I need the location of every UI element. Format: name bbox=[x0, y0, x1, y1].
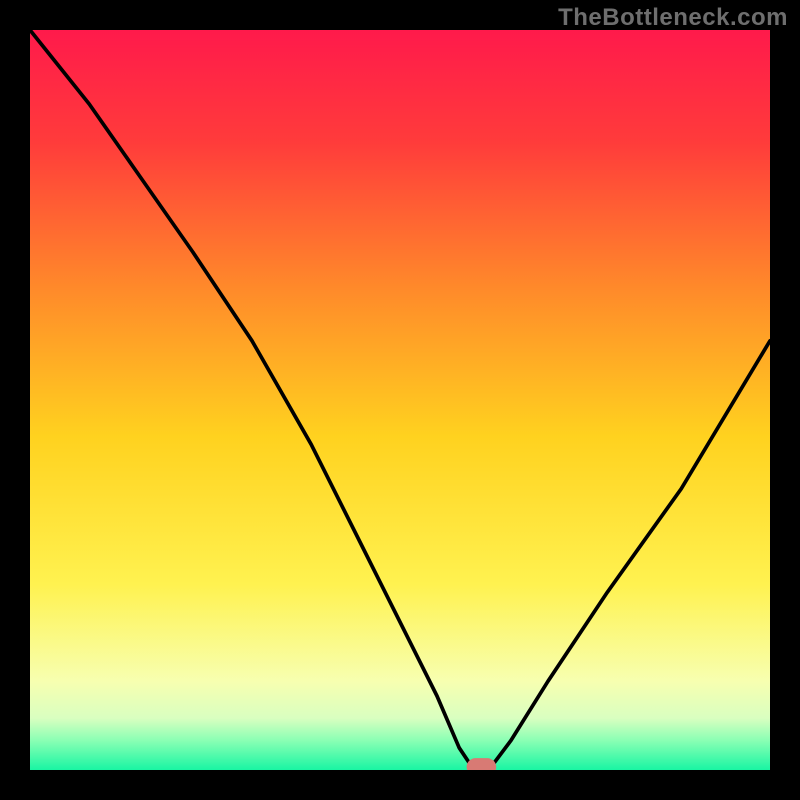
chart-frame: TheBottleneck.com bbox=[0, 0, 800, 800]
plot-area bbox=[30, 30, 770, 770]
minimum-marker bbox=[30, 30, 770, 770]
watermark-text: TheBottleneck.com bbox=[558, 4, 788, 32]
